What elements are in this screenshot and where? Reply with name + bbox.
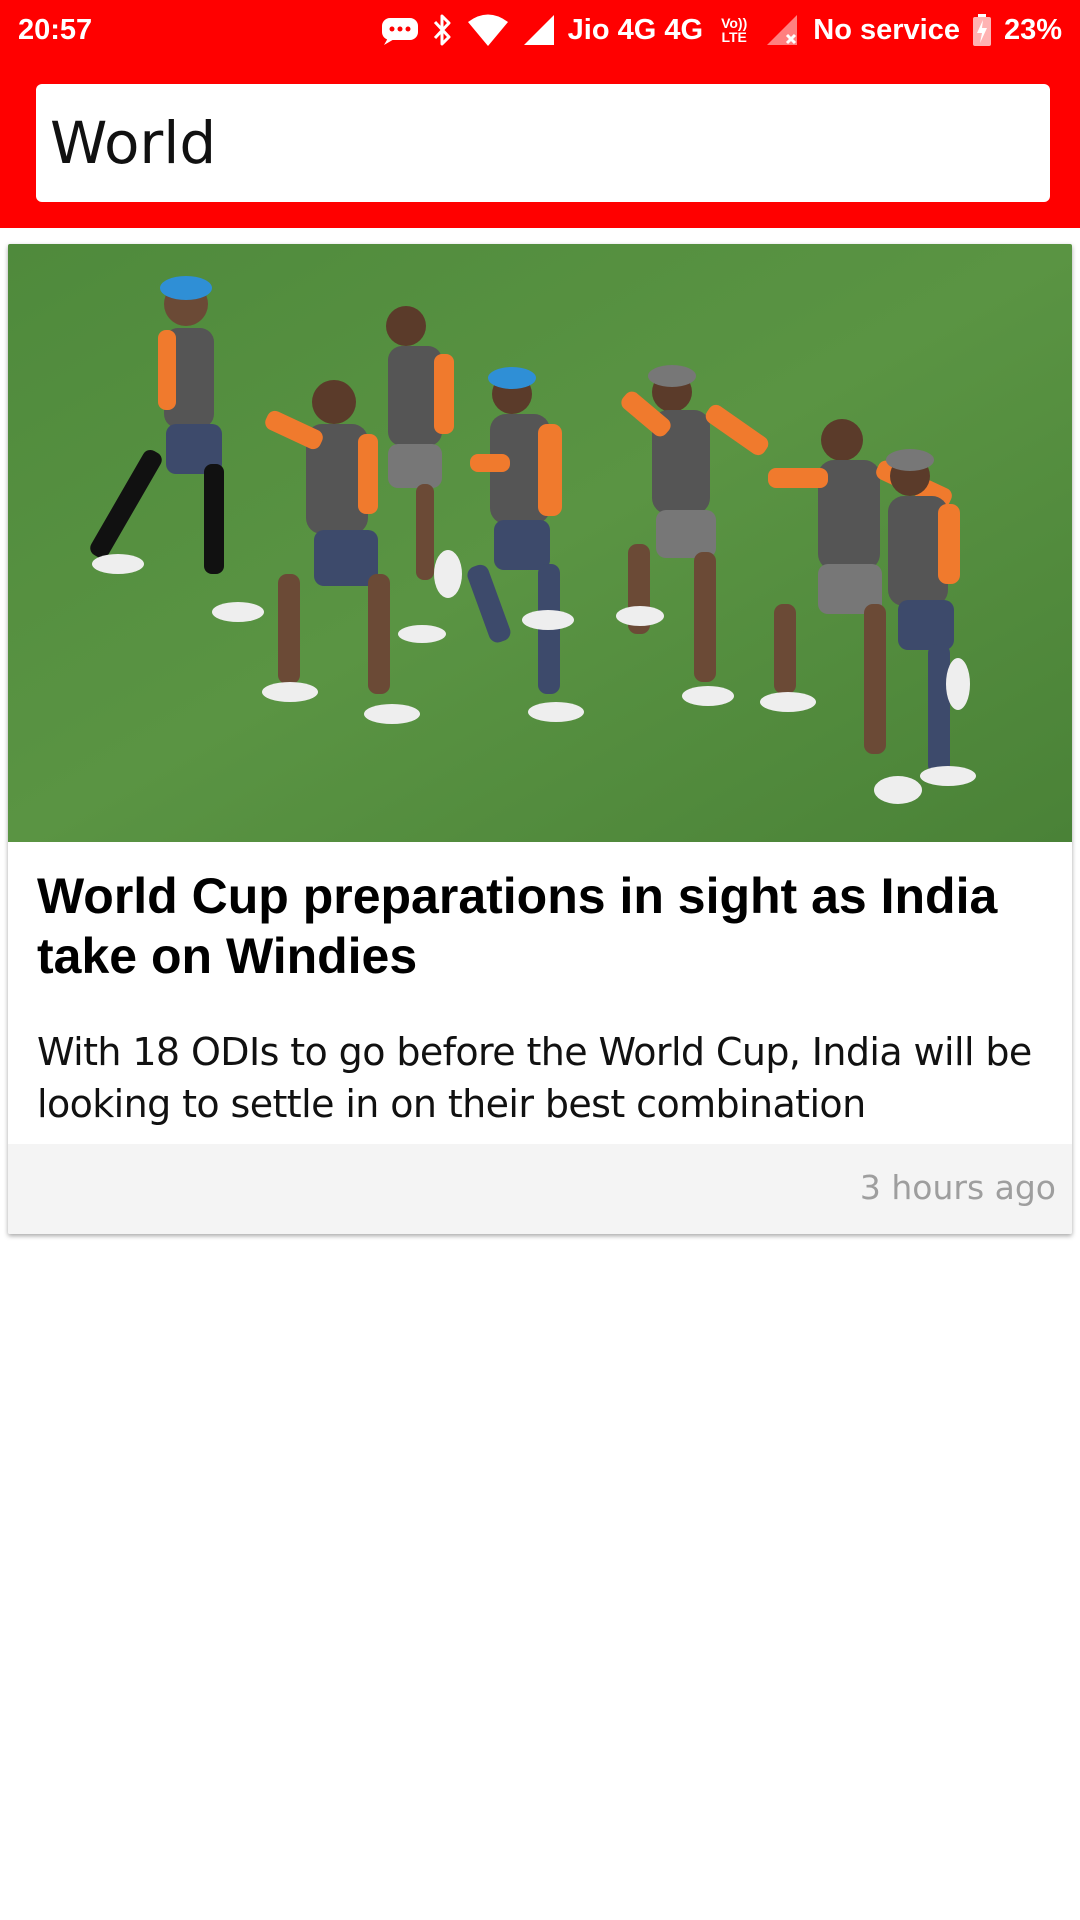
volte-top-label: Vo)): [721, 15, 748, 31]
article-title[interactable]: World Cup preparations in sight as India…: [37, 866, 1047, 986]
battery-charging-icon: [972, 13, 992, 47]
status-icons: Jio 4G 4G Vo)) LTE No service 23%: [380, 10, 1062, 50]
no-service-label: No service: [813, 13, 960, 46]
no-signal-icon: [765, 13, 801, 47]
news-card[interactable]: World Cup preparations in sight as India…: [8, 244, 1072, 1234]
signal-icon: [522, 13, 556, 47]
message-icon: [380, 14, 420, 46]
status-bar: 20:57 Jio 4G 4G Vo)) LTE No service 23%: [0, 0, 1080, 62]
card-footer: 3 hours ago: [8, 1144, 1072, 1234]
status-time: 20:57: [18, 14, 93, 46]
carrier-label: Jio 4G 4G: [567, 13, 704, 46]
article-time: 3 hours ago: [859, 1168, 1056, 1207]
battery-percent: 23%: [1003, 13, 1062, 46]
app-header: 20:57 Jio 4G 4G Vo)) LTE No service 23% …: [0, 0, 1080, 228]
wifi-icon: [466, 13, 510, 47]
bluetooth-icon: [432, 13, 454, 47]
article-image[interactable]: [8, 244, 1072, 842]
volte-bottom-label: LTE: [721, 29, 747, 45]
search-input[interactable]: [50, 109, 1050, 177]
volte-icon: Vo)) LTE: [721, 16, 747, 44]
article-description: With 18 ODIs to go before the World Cup,…: [37, 1030, 1032, 1126]
search-box[interactable]: [36, 84, 1050, 202]
